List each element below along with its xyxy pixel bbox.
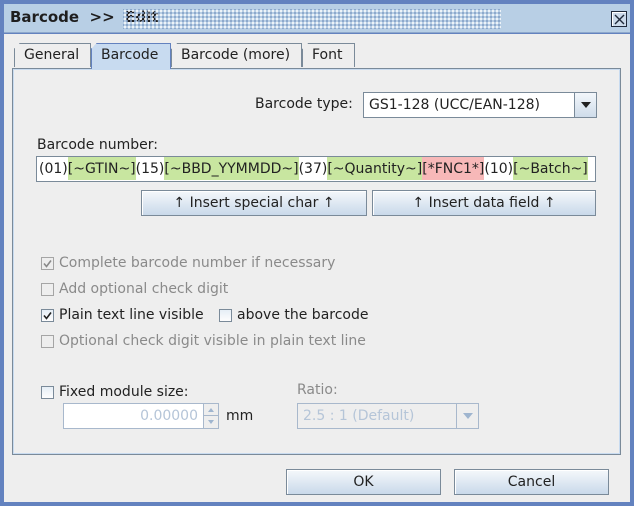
ratio-label: Ratio: (297, 382, 338, 398)
barcode-tab-panel: Barcode type: GS1-128 (UCC/EAN-128) Barc… (12, 68, 621, 455)
barcode-type-value: GS1-128 (UCC/EAN-128) (369, 97, 540, 113)
plain-text-visible-checkbox[interactable]: Plain text line visible (41, 307, 204, 323)
checkbox-box (41, 256, 54, 270)
checkbox-box (219, 308, 232, 322)
barcode-type-select[interactable]: GS1-128 (UCC/EAN-128) (363, 92, 597, 118)
barcode-special-char: [*FNC1*] (422, 157, 485, 180)
checkbox-label: Optional check digit visible in plain te… (59, 333, 366, 349)
barcode-number-label: Barcode number: (37, 137, 158, 153)
close-button[interactable] (611, 11, 627, 27)
title-bar[interactable]: Barcode >> Edit (4, 4, 630, 33)
checkbox-box (41, 308, 54, 322)
checkbox-label: Add optional check digit (59, 281, 229, 297)
checkmark-icon (43, 259, 52, 268)
module-size-unit: mm (226, 408, 254, 424)
barcode-number-input[interactable]: (01)[~GTIN~](15)[~BBD_YYMMDD~](37)[~Quan… (36, 156, 596, 182)
barcode-segment-text: (01) (39, 161, 68, 177)
close-icon (614, 14, 624, 24)
above-barcode-checkbox[interactable]: above the barcode (219, 307, 368, 323)
barcode-data-field: [~Batch~] (513, 157, 588, 180)
complete-number-checkbox[interactable]: Complete barcode number if necessary (41, 255, 335, 271)
tab-font[interactable]: Font (302, 43, 355, 67)
spinner-down-icon[interactable] (204, 416, 218, 428)
checkbox-box (41, 282, 54, 296)
tab-barcode[interactable]: Barcode (91, 43, 171, 69)
dialog-window: Barcode >> Edit General Barcode Barcode … (0, 0, 634, 506)
tab-barcode-more[interactable]: Barcode (more) (171, 43, 302, 67)
tab-label: Barcode (more) (181, 47, 291, 63)
ratio-select[interactable]: 2.5 : 1 (Default) (297, 403, 479, 429)
tab-label: Barcode (101, 47, 159, 63)
add-check-digit-checkbox[interactable]: Add optional check digit (41, 281, 228, 297)
module-size-value: 0.00000 (140, 408, 198, 424)
dialog-content: General Barcode Barcode (more) Font Barc… (4, 34, 630, 502)
chevron-down-icon[interactable] (574, 93, 596, 117)
title-bar-grip (123, 9, 501, 29)
chevron-down-icon[interactable] (456, 404, 478, 428)
spinner-arrows (203, 404, 218, 428)
tab-general[interactable]: General (14, 43, 91, 67)
barcode-data-field: [~BBD_YYMMDD~] (164, 157, 299, 180)
ratio-value: 2.5 : 1 (Default) (303, 408, 415, 424)
barcode-segment-text: (10) (484, 161, 514, 177)
checkbox-box (41, 385, 54, 399)
cancel-button[interactable]: Cancel (454, 469, 609, 495)
barcode-data-field: [~GTIN~] (67, 157, 136, 180)
checkbox-label: Fixed module size: (59, 384, 189, 400)
check-digit-visible-checkbox[interactable]: Optional check digit visible in plain te… (41, 333, 366, 349)
module-size-spinner[interactable]: 0.00000 (63, 403, 219, 429)
checkmark-icon (43, 311, 52, 320)
checkbox-box (41, 334, 54, 348)
spinner-up-icon[interactable] (204, 404, 218, 416)
checkbox-label: Complete barcode number if necessary (59, 255, 336, 271)
barcode-data-field: [~Quantity~] (327, 157, 423, 180)
checkbox-label: Plain text line visible (59, 307, 204, 323)
tab-label: General (24, 47, 80, 63)
barcode-segment-text: (37) (298, 161, 328, 177)
fixed-module-size-checkbox[interactable]: Fixed module size: (41, 384, 189, 400)
barcode-type-label: Barcode type: (255, 96, 353, 112)
checkbox-label: above the barcode (237, 307, 369, 323)
insert-data-field-button[interactable]: ↑ Insert data field ↑ (372, 190, 596, 216)
ok-button[interactable]: OK (286, 469, 441, 495)
tab-label: Font (312, 47, 343, 63)
barcode-segment-text: (15) (135, 161, 165, 177)
insert-special-char-button[interactable]: ↑ Insert special char ↑ (141, 190, 367, 216)
